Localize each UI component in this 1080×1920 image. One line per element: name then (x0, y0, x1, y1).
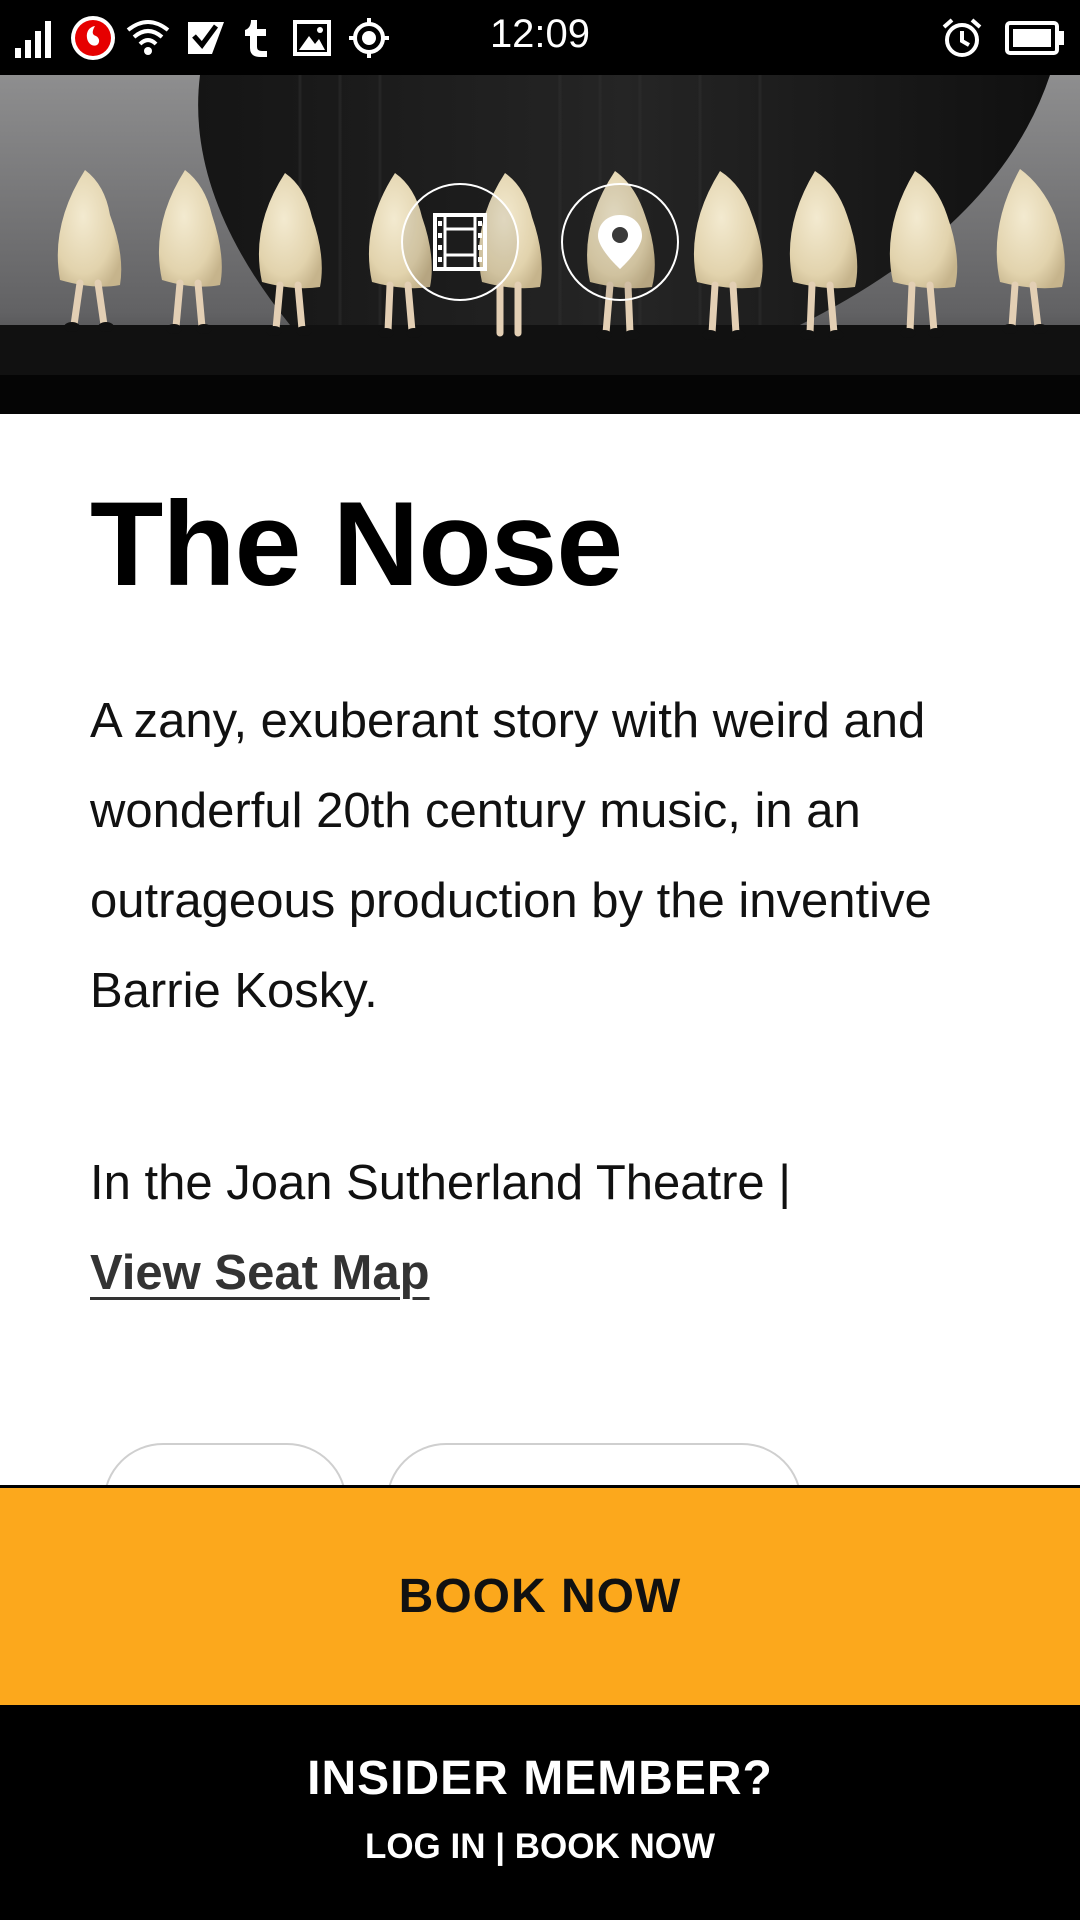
venue-text: In the Joan Sutherland Theatre | (90, 1156, 792, 1210)
film-icon (433, 213, 487, 271)
location-pin-icon (598, 215, 642, 269)
video-button[interactable] (401, 183, 519, 301)
insider-login-link[interactable]: LOG IN (365, 1827, 486, 1866)
insider-title: INSIDER MEMBER? (307, 1752, 773, 1805)
venue-info: In the Joan Sutherland Theatre | View Se… (90, 1138, 990, 1318)
hero-banner (0, 75, 1080, 414)
insider-book-now-link[interactable]: BOOK NOW (515, 1827, 715, 1866)
hero-image (0, 75, 1080, 414)
event-title: The Nose (90, 477, 623, 611)
location-button[interactable] (561, 183, 679, 301)
status-time: 12:09 (489, 12, 591, 56)
view-seat-map-link[interactable]: View Seat Map (90, 1246, 430, 1300)
book-now-label: BOOK NOW (398, 1570, 682, 1623)
alarm-icon (940, 14, 984, 62)
insider-separator: | (495, 1827, 506, 1866)
event-description: A zany, exuberant story with weird and w… (90, 694, 932, 1018)
insider-links: LOG IN | BOOK NOW (0, 1827, 1080, 1867)
insider-member-footer: INSIDER MEMBER? LOG IN | BOOK NOW (0, 1705, 1080, 1920)
battery-icon (1004, 14, 1066, 62)
status-bar: 12:09 (0, 0, 1080, 75)
book-now-button[interactable]: BOOK NOW (0, 1485, 1080, 1705)
